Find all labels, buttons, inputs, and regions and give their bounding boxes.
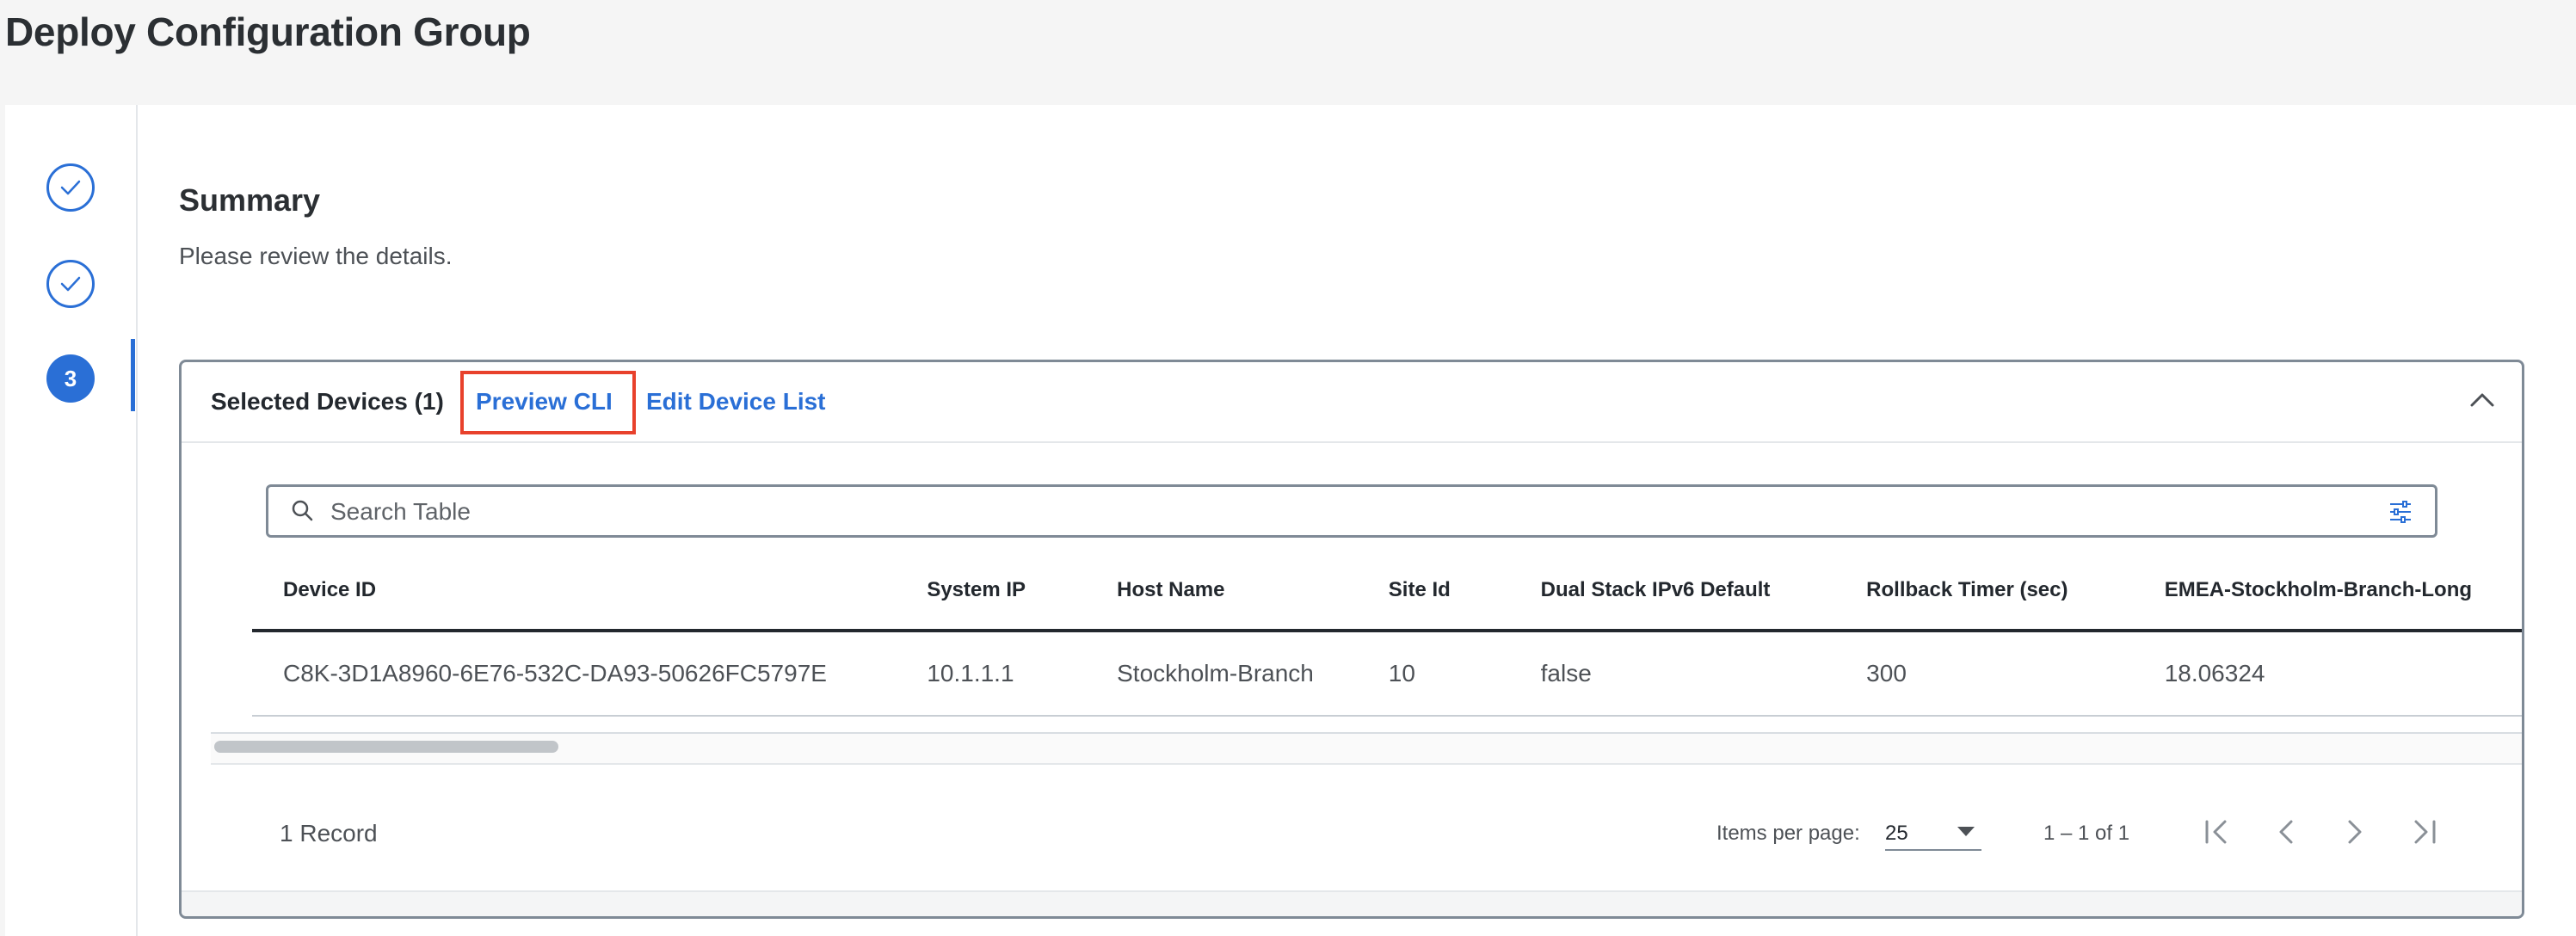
page-title: Deploy Configuration Group	[5, 9, 531, 54]
previous-page-button[interactable]	[2262, 810, 2310, 854]
column-header-site-id[interactable]: Site Id	[1357, 551, 1510, 632]
items-per-page-select[interactable]: 25	[1885, 811, 1981, 851]
horizontal-scrollbar[interactable]	[211, 732, 2522, 765]
cell-host-name: Stockholm-Branch	[1086, 631, 1358, 717]
cell-system-ip: 10.1.1.1	[896, 631, 1087, 717]
pagination-range: 1 – 1 of 1	[2043, 822, 2130, 845]
cell-rollback-timer: 300	[1835, 631, 2134, 717]
step-2-complete[interactable]	[46, 260, 95, 308]
column-header-rollback-timer[interactable]: Rollback Timer (sec)	[1835, 551, 2134, 632]
main-content: 3 Summary Please review the details. Sel…	[5, 105, 2576, 936]
search-box	[266, 484, 2437, 538]
chevron-left-icon	[2279, 820, 2293, 844]
column-header-emea-stockholm[interactable]: EMEA-Stockholm-Branch-Long	[2133, 551, 2522, 632]
first-page-button[interactable]	[2193, 810, 2241, 854]
chevron-right-icon	[2348, 820, 2362, 844]
cell-emea-stockholm: 18.06324	[2133, 631, 2522, 717]
column-header-host-name[interactable]: Host Name	[1086, 551, 1358, 632]
items-per-page-label: Items per page:	[1716, 822, 1860, 845]
device-table: Device ID System IP Host Name Site Id Du…	[252, 551, 2522, 717]
panel-title: Selected Devices (1)	[211, 388, 444, 415]
cell-site-id: 10	[1357, 631, 1510, 717]
table-row[interactable]: C8K-3D1A8960-6E76-532C-DA93-50626FC5797E…	[252, 631, 2522, 717]
filter-settings-icon[interactable]	[2388, 501, 2413, 523]
step-1-complete[interactable]	[46, 163, 95, 212]
table-footer: 1 Record Items per page: 25 1 – 1 of 1	[182, 767, 2522, 896]
record-count: 1 Record	[280, 820, 378, 847]
next-page-button[interactable]	[2331, 810, 2379, 854]
first-page-icon	[2205, 820, 2227, 844]
chevron-up-icon[interactable]	[2465, 386, 2499, 414]
caret-down-icon	[1957, 827, 1975, 836]
active-step-indicator	[131, 339, 135, 411]
summary-subtitle: Please review the details.	[179, 243, 453, 269]
search-input[interactable]	[329, 490, 2311, 533]
preview-cli-button[interactable]: Preview CLI	[476, 388, 613, 416]
step-3-current[interactable]: 3	[46, 354, 95, 403]
check-icon	[60, 276, 81, 292]
column-header-device-id[interactable]: Device ID	[252, 551, 897, 632]
column-header-system-ip[interactable]: System IP	[896, 551, 1087, 632]
last-page-button[interactable]	[2400, 810, 2448, 854]
cell-device-id: C8K-3D1A8960-6E76-532C-DA93-50626FC5797E	[252, 631, 897, 717]
search-icon	[292, 500, 313, 521]
selected-devices-panel: Selected Devices (1) Preview CLI Edit De…	[179, 360, 2524, 919]
items-per-page-value: 25	[1885, 822, 1908, 845]
last-page-icon	[2414, 820, 2436, 844]
summary-title: Summary	[179, 182, 321, 218]
stepper: 3	[5, 105, 138, 936]
scrollbar-thumb[interactable]	[214, 741, 558, 753]
device-table-wrapper: Device ID System IP Host Name Site Id Du…	[211, 551, 2522, 741]
panel-bottom-bar	[182, 890, 2522, 916]
panel-header: Selected Devices (1) Preview CLI Edit De…	[182, 362, 2522, 443]
column-header-dual-stack-ipv6[interactable]: Dual Stack IPv6 Default	[1509, 551, 1836, 632]
cell-dual-stack-ipv6: false	[1509, 631, 1836, 717]
edit-device-list-button[interactable]: Edit Device List	[646, 388, 826, 416]
check-icon	[60, 180, 81, 195]
table-header-row: Device ID System IP Host Name Site Id Du…	[252, 551, 2522, 632]
